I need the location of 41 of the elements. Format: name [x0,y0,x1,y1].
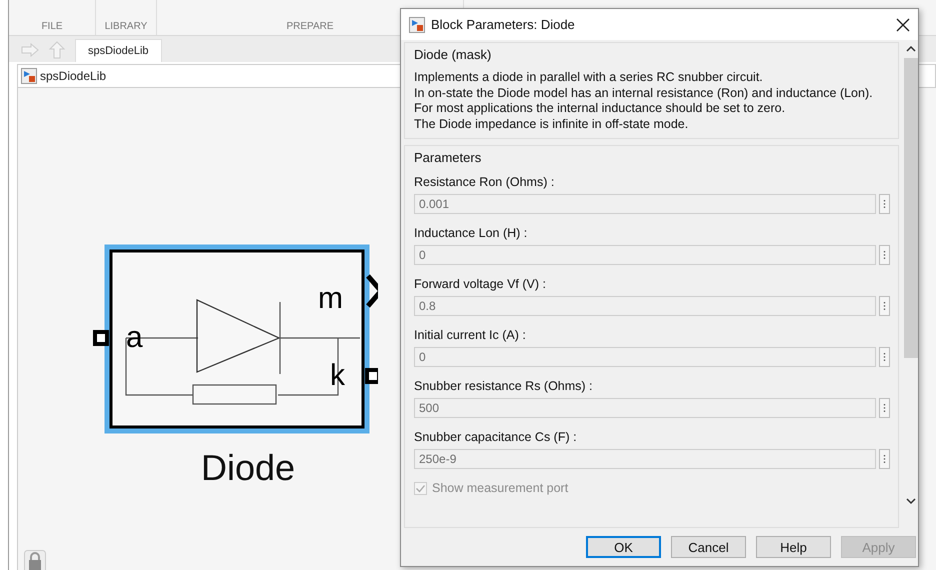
block-name: Diode [200,447,296,489]
scrollbar-thumb[interactable] [904,58,918,358]
model-icon [21,68,37,84]
parameter-label: Snubber capacitance Cs (F) : [414,430,578,444]
port-label: m [318,282,343,315]
scroll-down-icon[interactable] [906,496,916,506]
more-options-icon[interactable] [879,245,890,265]
lock-icon[interactable] [24,550,46,570]
dialog-button[interactable]: Cancel [671,536,746,558]
description-text: Implements a diode in parallel with a series RC snubber circuit. [414,70,764,86]
dialog-button[interactable]: OK [586,536,661,558]
more-options-icon[interactable] [879,449,890,469]
description-text: In on-state the Diode model has an internal resistance (Ron) and inductance (Lon). [414,86,874,101]
toolstrip-section-label: LIBRARY [104,21,148,32]
forward-arrow-icon[interactable] [21,43,39,57]
toolstrip-section-label: PREPARE [286,21,334,32]
toolstrip-section-label: FILE [41,21,63,32]
more-options-icon[interactable] [879,347,890,367]
model-icon [409,16,425,32]
more-options-icon[interactable] [879,194,890,214]
scroll-up-icon[interactable] [906,44,916,54]
dialog-title: Block Parameters: Diode [431,17,576,32]
group-title: Diode (mask) [414,47,492,62]
checkbox-label: Show measurement port [432,481,568,495]
description-text: The Diode impedance is infinite in off-state mode. [414,116,690,132]
parameter-label: Resistance Ron (Ohms) : [414,175,556,189]
more-options-icon[interactable] [879,296,890,316]
description-text: For most applications the internal inductance should be set to zero. [414,101,786,116]
file-tab[interactable]: spsDiodeLib [75,39,162,62]
parameter-label: Inductance Lon (H) : [414,226,528,240]
group-title: Parameters [414,150,482,165]
input-port-icon[interactable] [93,330,109,346]
breadcrumb-text[interactable]: spsDiodeLib [40,69,106,83]
close-icon[interactable] [896,18,910,32]
diode-block[interactable] [104,244,370,434]
dialog-button[interactable]: Help [756,536,831,558]
up-arrow-icon[interactable] [49,41,65,59]
parameter-label: Initial current Ic (A) : [414,328,527,342]
more-options-icon[interactable] [879,398,890,418]
parameter-label: Snubber resistance Rs (Ohms) : [414,379,594,393]
parameter-label: Forward voltage Vf (V) : [414,277,547,291]
